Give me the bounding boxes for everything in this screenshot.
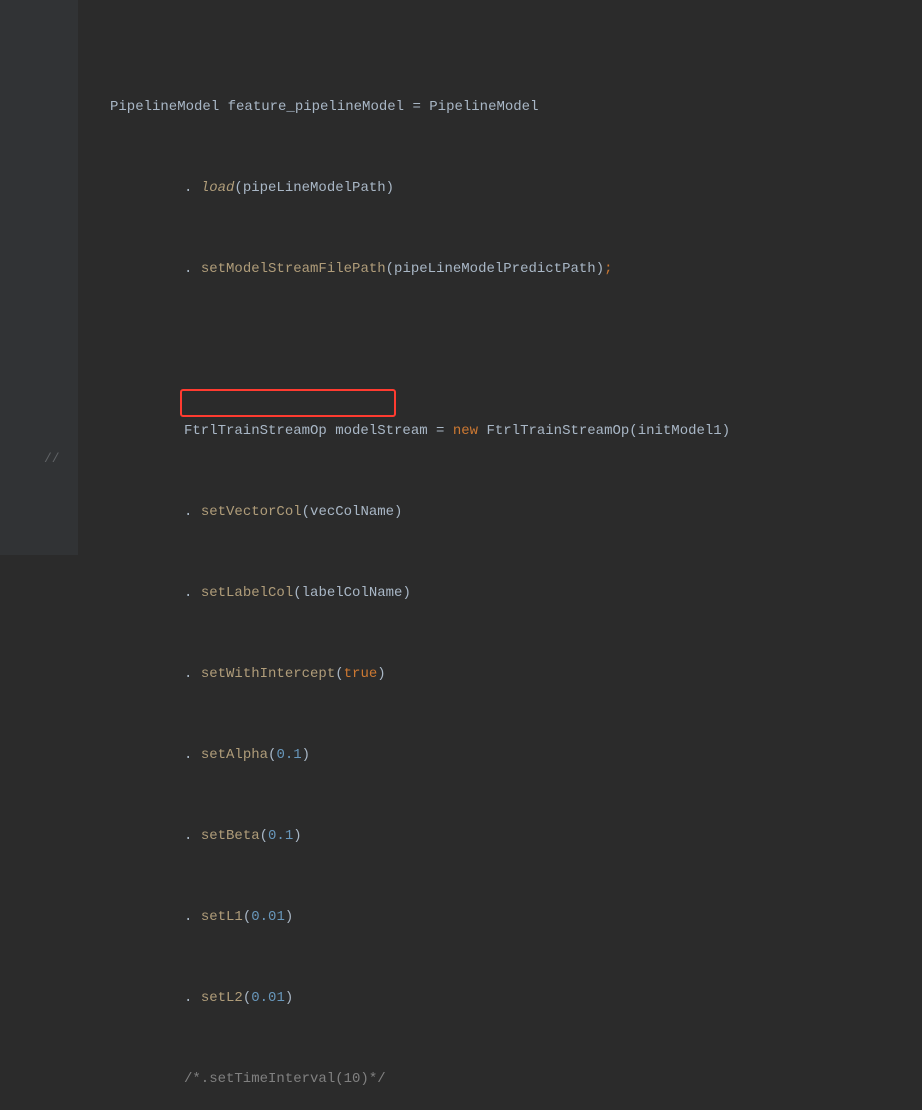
code-token: ;: [604, 261, 612, 277]
code-editor[interactable]: PipelineModel feature_pipelineModel = Pi…: [78, 0, 922, 555]
code-token: (pipeLineModelPredictPath): [386, 261, 604, 277]
code-line[interactable]: . load(pipeLineModelPath): [110, 175, 922, 202]
code-token: (: [268, 747, 276, 763]
code-token: .: [184, 828, 201, 844]
gutter-comment-marker: //: [44, 445, 60, 472]
code-token: .: [184, 504, 201, 520]
code-line[interactable]: . setAlpha(0.1): [110, 742, 922, 769]
code-token: FtrlTrainStreamOp modelStream: [184, 423, 436, 439]
gutter: //: [0, 0, 78, 555]
code-token: setVectorCol: [201, 504, 302, 520]
code-token: ): [285, 990, 293, 1006]
code-token: true: [344, 666, 378, 682]
code-token: =: [436, 423, 453, 439]
code-token: ): [285, 909, 293, 925]
code-token: new: [453, 423, 487, 439]
code-line[interactable]: . setBeta(0.1): [110, 823, 922, 850]
code-token: (: [243, 990, 251, 1006]
code-token: (labelColName): [293, 585, 411, 601]
code-token: load: [201, 180, 235, 196]
code-token: setWithIntercept: [201, 666, 335, 682]
code-token: setL1: [201, 909, 243, 925]
code-token: =: [412, 99, 429, 115]
code-line[interactable]: . setL1(0.01): [110, 904, 922, 931]
code-line[interactable]: . setVectorCol(vecColName): [110, 499, 922, 526]
code-token: 0.1: [268, 828, 293, 844]
code-line[interactable]: . setLabelCol(labelColName): [110, 580, 922, 607]
code-token: 0.01: [251, 909, 285, 925]
code-token: .: [184, 585, 201, 601]
code-token: .: [184, 990, 201, 1006]
code-line[interactable]: . setModelStreamFilePath(pipeLineModelPr…: [110, 256, 922, 283]
code-line[interactable]: . setWithIntercept(true): [110, 661, 922, 688]
code-token: (vecColName): [302, 504, 403, 520]
code-token: (pipeLineModelPath): [234, 180, 394, 196]
code-token: (: [243, 909, 251, 925]
code-token: .: [184, 747, 201, 763]
code-line[interactable]: . setL2(0.01): [110, 985, 922, 1012]
code-token: setModelStreamFilePath: [201, 261, 386, 277]
code-token: setLabelCol: [201, 585, 293, 601]
code-token: .: [184, 180, 201, 196]
code-token: .: [184, 261, 201, 277]
code-token: setL2: [201, 990, 243, 1006]
code-token: setBeta: [201, 828, 260, 844]
code-token: (: [260, 828, 268, 844]
code-token: ): [377, 666, 385, 682]
code-token: .: [184, 909, 201, 925]
code-token: 0.1: [276, 747, 301, 763]
code-line[interactable]: PipelineModel feature_pipelineModel = Pi…: [110, 94, 922, 121]
code-token: setAlpha: [201, 747, 268, 763]
code-token: PipelineModel feature_pipelineModel: [110, 99, 412, 115]
code-line[interactable]: /*.setTimeInterval(10)*/: [110, 1066, 922, 1093]
code-token: FtrlTrainStreamOp(initModel1): [486, 423, 730, 439]
code-token-comment: /*.setTimeInterval(10)*/: [184, 1071, 386, 1087]
code-token: ): [293, 828, 301, 844]
code-token: 0.01: [251, 990, 285, 1006]
code-token: PipelineModel: [429, 99, 538, 115]
code-token: .: [184, 666, 201, 682]
code-token: (: [335, 666, 343, 682]
code-line-blank[interactable]: [110, 337, 922, 364]
code-line[interactable]: FtrlTrainStreamOp modelStream = new Ftrl…: [110, 418, 922, 445]
code-token: ): [302, 747, 310, 763]
